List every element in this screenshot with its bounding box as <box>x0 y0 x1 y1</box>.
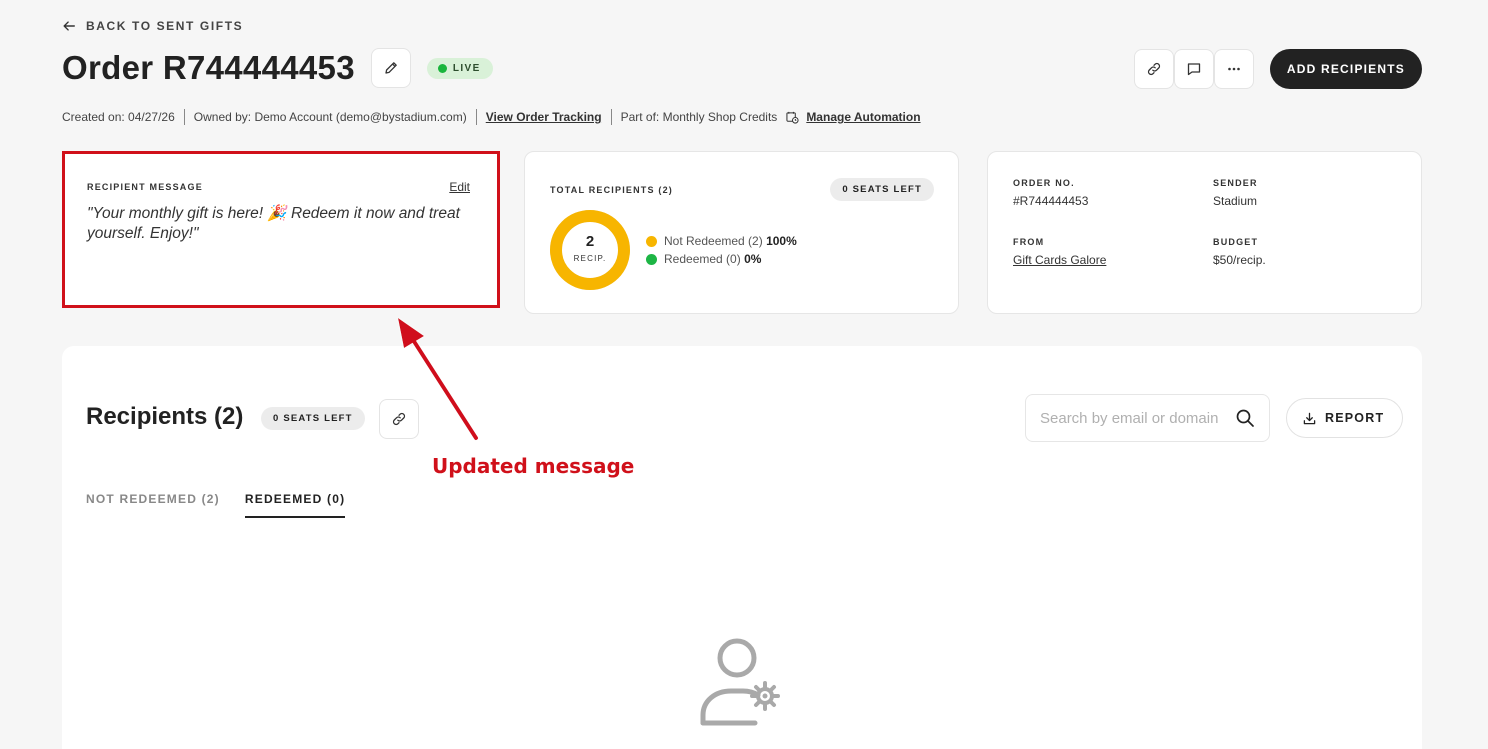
annotation-arrow-icon <box>398 318 478 440</box>
search-icon[interactable] <box>1235 408 1255 428</box>
arrow-head <box>398 318 424 348</box>
from-label: FROM <box>1013 237 1045 247</box>
from-link[interactable]: Gift Cards Galore <box>1013 253 1106 267</box>
budget-value: $50/recip. <box>1213 253 1266 267</box>
legend-percent: 0% <box>744 252 762 266</box>
tab-not-redeemed[interactable]: NOT REDEEMED (2) <box>86 492 220 518</box>
order-no-value: #R744444453 <box>1013 194 1089 208</box>
view-order-tracking-link[interactable]: View Order Tracking <box>486 110 602 124</box>
legend-item-redeemed: Redeemed (0) 0% <box>646 250 797 268</box>
donut-unit: RECIP. <box>573 254 607 263</box>
arrow-shaft <box>406 330 478 440</box>
back-to-sent-gifts-link[interactable]: BACK TO SENT GIFTS <box>62 19 243 33</box>
seats-left-badge: 0 SEATS LEFT <box>830 178 934 201</box>
budget-label: BUDGET <box>1213 237 1259 247</box>
recipient-message-card: RECIPIENT MESSAGE Edit "Your monthly gif… <box>62 151 500 308</box>
user-settings-icon <box>700 638 780 726</box>
title-row: Order R744444453 LIVE <box>62 48 493 88</box>
edit-message-link[interactable]: Edit <box>449 180 470 194</box>
more-options-button[interactable] <box>1213 49 1254 89</box>
arrow-left-icon <box>63 21 75 31</box>
part-of-campaign: Part of: Monthly Shop Credits <box>620 110 778 124</box>
legend-dot-not-redeemed <box>646 235 657 247</box>
recipient-message-text: "Your monthly gift is here! 🎉 Redeem it … <box>87 205 460 242</box>
link-icon <box>1147 62 1160 76</box>
from-cell: FROM Gift Cards Galore <box>1013 237 1106 267</box>
page-title: Order R744444453 <box>62 49 355 86</box>
divider <box>475 109 477 125</box>
copy-link-button[interactable] <box>1133 49 1174 89</box>
report-button[interactable]: REPORT <box>1286 398 1404 438</box>
order-meta: Created on: 04/27/26 Owned by: Demo Acco… <box>62 109 921 125</box>
order-no-label: ORDER NO. <box>1013 178 1075 188</box>
more-horizontal-icon <box>1228 67 1240 71</box>
legend-item-not-redeemed: Not Redeemed (2) 100% <box>646 232 797 250</box>
chat-icon <box>1187 63 1200 76</box>
legend-label: Not Redeemed (2) <box>664 234 763 248</box>
recipient-message-label: RECIPIENT MESSAGE <box>87 182 203 192</box>
annotation-label: Updated message <box>432 454 635 478</box>
budget-cell: BUDGET $50/recip. <box>1213 237 1266 267</box>
report-label: REPORT <box>1325 411 1385 425</box>
tab-redeemed[interactable]: REDEEMED (0) <box>244 492 346 518</box>
recipient-search[interactable] <box>1025 394 1270 442</box>
sender-cell: SENDER Stadium <box>1213 178 1258 208</box>
legend-dot-redeemed <box>646 253 657 265</box>
header-actions: ADD RECIPIENTS <box>1133 49 1422 89</box>
comment-button[interactable] <box>1173 49 1214 89</box>
legend-percent: 100% <box>766 234 797 248</box>
sender-value: Stadium <box>1213 194 1258 208</box>
donut-count: 2 <box>585 233 595 250</box>
legend-label: Redeemed (0) <box>664 252 741 266</box>
search-input[interactable] <box>1040 409 1235 427</box>
sender-label: SENDER <box>1213 178 1258 188</box>
total-recipients-card: TOTAL RECIPIENTS (2) 0 SEATS LEFT 2 RECI… <box>524 151 959 314</box>
recipients-seats-left-badge: 0 SEATS LEFT <box>261 407 365 430</box>
total-recipients-label: TOTAL RECIPIENTS (2) <box>550 185 674 195</box>
status-badge: LIVE <box>426 57 493 79</box>
add-recipients-button[interactable]: ADD RECIPIENTS <box>1269 49 1422 89</box>
live-dot-icon <box>437 63 447 73</box>
created-date: Created on: 04/27/26 <box>62 110 175 124</box>
back-label: BACK TO SENT GIFTS <box>86 19 244 33</box>
recipients-panel: Recipients (2) 0 SEATS LEFT REPORT NOT R… <box>62 346 1422 749</box>
calendar-clock-icon <box>786 111 799 124</box>
download-icon <box>1303 412 1316 424</box>
redemption-tabs: NOT REDEEMED (2) REDEEMED (0) <box>86 492 346 518</box>
status-badge-label: LIVE <box>452 62 481 74</box>
recipients-donut-chart <box>550 210 630 290</box>
owner: Owned by: Demo Account (demo@bystadium.c… <box>193 110 467 124</box>
order-number-cell: ORDER NO. #R744444453 <box>1013 178 1088 208</box>
donut-legend: Not Redeemed (2) 100% Redeemed (0) 0% <box>646 232 797 268</box>
divider <box>610 109 612 125</box>
divider <box>183 109 185 125</box>
recipients-title: Recipients (2) <box>86 403 244 430</box>
order-info-card: ORDER NO. #R744444453 SENDER Stadium FRO… <box>987 151 1422 314</box>
donut-not-redeemed-segment <box>550 210 630 290</box>
pencil-icon <box>385 62 397 74</box>
manage-automation-link[interactable]: Manage Automation <box>806 110 920 124</box>
edit-title-button[interactable] <box>370 48 411 88</box>
